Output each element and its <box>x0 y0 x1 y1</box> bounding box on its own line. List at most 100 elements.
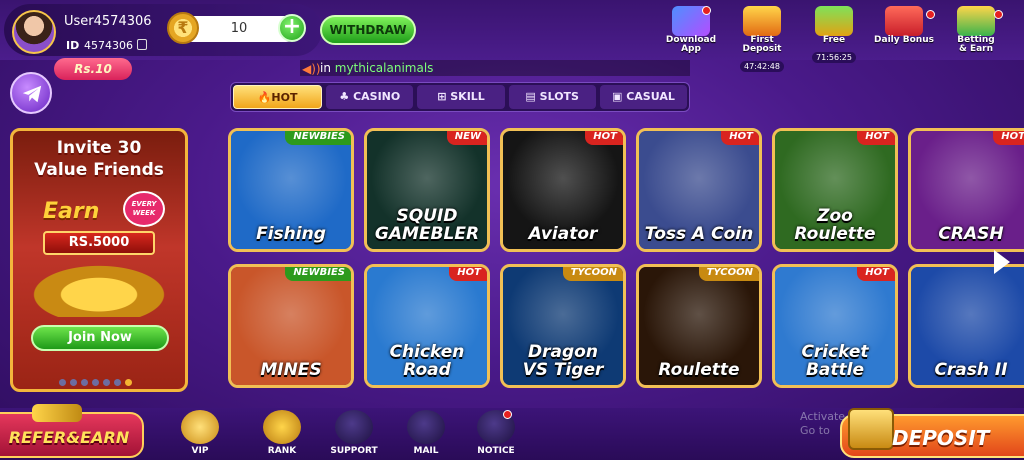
game-card[interactable]: Cricket Battle HOT <box>772 264 898 388</box>
marquee-prefix: in <box>320 61 335 75</box>
tab-slots[interactable]: ▤ SLOTS <box>508 85 596 109</box>
game-badge: HOT <box>721 131 759 145</box>
game-card[interactable]: Aviator HOT <box>500 128 626 252</box>
game-card[interactable]: Fishing NEWBIES <box>228 128 354 252</box>
tab-hot[interactable]: 🔥HOT <box>233 85 323 109</box>
game-title: Aviator <box>528 224 598 244</box>
daily-bonus-button[interactable]: Daily Bonus <box>874 6 934 62</box>
add-funds-button[interactable]: + <box>278 14 306 42</box>
tab-skill-label: SKILL <box>450 90 485 103</box>
tab-skill[interactable]: ⊞ SKILL <box>417 85 505 109</box>
game-badge: HOT <box>857 267 895 281</box>
download-app-button[interactable]: Download App <box>661 6 721 62</box>
first-deposit-timer: 47:42:48 <box>740 61 784 72</box>
user-id: 4574306 <box>84 39 133 52</box>
game-badge: NEWBIES <box>285 267 351 281</box>
marquee-highlight: mythicalanimals <box>334 61 434 75</box>
game-card[interactable]: Dragon VS Tiger TYCOON <box>500 264 626 388</box>
nav-rank-label: RANK <box>267 446 297 456</box>
game-title: Crash II <box>934 360 1008 380</box>
game-card[interactable]: MINES NEWBIES <box>228 264 354 388</box>
vip-crown-icon <box>181 410 219 444</box>
gamepad-icon: ⊞ <box>437 90 451 103</box>
avatar[interactable] <box>12 10 56 54</box>
game-card[interactable]: Chicken Road HOT <box>364 264 490 388</box>
gift-icon <box>743 6 781 36</box>
free-button[interactable]: Free 71:56:25 <box>804 6 864 63</box>
free-label: Free <box>822 35 846 45</box>
flame-icon: 🔥 <box>257 91 272 104</box>
carousel-dot[interactable] <box>114 379 121 386</box>
nav-mail[interactable]: MAIL <box>396 410 456 460</box>
cash-stack-icon <box>815 6 853 36</box>
invite-banner[interactable]: Invite 30 Value Friends Earn EVERY WEEK … <box>10 128 188 392</box>
carousel-dot[interactable] <box>59 379 66 386</box>
tab-slots-label: SLOTS <box>539 90 579 103</box>
deposit-label: DEPOSIT <box>892 426 990 450</box>
carousel-dots <box>59 371 136 389</box>
coin-icon: ₹ <box>167 12 199 44</box>
game-card[interactable]: Roulette TYCOON <box>636 264 762 388</box>
game-title: MINES <box>260 360 322 380</box>
carousel-dot[interactable] <box>81 379 88 386</box>
money-stack-icon <box>32 404 82 422</box>
free-timer: 71:56:25 <box>812 52 856 63</box>
game-card[interactable]: Toss A Coin HOT <box>636 128 762 252</box>
game-title: Chicken Road <box>389 342 465 380</box>
chat-bubble-icon <box>335 410 373 444</box>
carousel-dot[interactable] <box>70 379 77 386</box>
nav-notice[interactable]: NOTICE <box>466 410 526 460</box>
reward-tag: Rs.10 <box>54 58 132 80</box>
telegram-icon <box>22 85 42 103</box>
carousel-dot[interactable] <box>92 379 99 386</box>
tab-casino[interactable]: ♣ CASINO <box>326 85 414 109</box>
notification-dot <box>702 6 711 15</box>
game-badge: TYCOON <box>698 267 759 281</box>
game-card[interactable]: Crash II <box>908 264 1024 388</box>
download-app-label: Download App <box>665 35 717 54</box>
deposit-button[interactable]: DEPOSIT <box>840 408 1024 458</box>
nav-rank[interactable]: RANK <box>252 410 312 460</box>
game-title: SQUID GAMEBLER <box>374 206 480 244</box>
join-now-button[interactable]: Join Now <box>31 325 169 351</box>
category-tabs: 🔥HOT ♣ CASINO ⊞ SKILL ▤ SLOTS ▣ CASUAL <box>230 82 690 112</box>
tab-casual[interactable]: ▣ CASUAL <box>599 85 688 109</box>
game-badge: NEWBIES <box>285 131 351 145</box>
game-card[interactable]: CRASH HOT <box>908 128 1024 252</box>
game-title: Fishing <box>256 224 326 244</box>
slots-icon: ▤ <box>525 90 540 103</box>
telegram-button[interactable] <box>10 72 52 114</box>
calendar-icon <box>885 6 923 36</box>
username: User4574306 <box>64 14 152 29</box>
mail-icon <box>407 410 445 444</box>
nav-vip[interactable]: VIP <box>170 410 230 460</box>
invite-title: Invite 30 Value Friends <box>34 138 164 180</box>
nav-notice-label: NOTICE <box>477 446 515 456</box>
game-badge: HOT <box>585 131 623 145</box>
game-badge: HOT <box>857 131 895 145</box>
game-title: Zoo Roulette <box>794 206 876 244</box>
nav-support[interactable]: SUPPORT <box>324 410 384 460</box>
betting-earn-label: Betting & Earn <box>957 35 995 54</box>
copy-icon[interactable] <box>137 39 147 50</box>
game-card[interactable]: SQUID GAMEBLER NEW <box>364 128 490 252</box>
daily-bonus-label: Daily Bonus <box>874 35 934 45</box>
treasure-chest-icon <box>848 408 894 450</box>
notification-dot <box>926 10 935 19</box>
coins-icon <box>957 6 995 36</box>
carousel-dot[interactable] <box>103 379 110 386</box>
every-week-badge: EVERY WEEK <box>123 191 165 227</box>
scroll-right-arrow-icon[interactable] <box>994 250 1010 274</box>
trophy-icon <box>263 410 301 444</box>
balance-value: 10 <box>230 21 248 36</box>
carousel-dot-active[interactable] <box>125 379 132 386</box>
earn-text: Earn <box>43 199 100 224</box>
first-deposit-button[interactable]: First Deposit 47:42:48 <box>732 6 792 72</box>
user-panel: User4574306 ID 4574306 ₹ 10 + <box>4 4 322 56</box>
speaker-icon: ◀)) <box>302 62 321 76</box>
casino-icon: ♣ <box>339 90 354 103</box>
refer-earn-label: REFER&EARN <box>8 428 130 447</box>
game-card[interactable]: Zoo Roulette HOT <box>772 128 898 252</box>
withdraw-button[interactable]: WITHDRAW <box>320 15 416 45</box>
tab-casino-label: CASINO <box>353 90 401 103</box>
